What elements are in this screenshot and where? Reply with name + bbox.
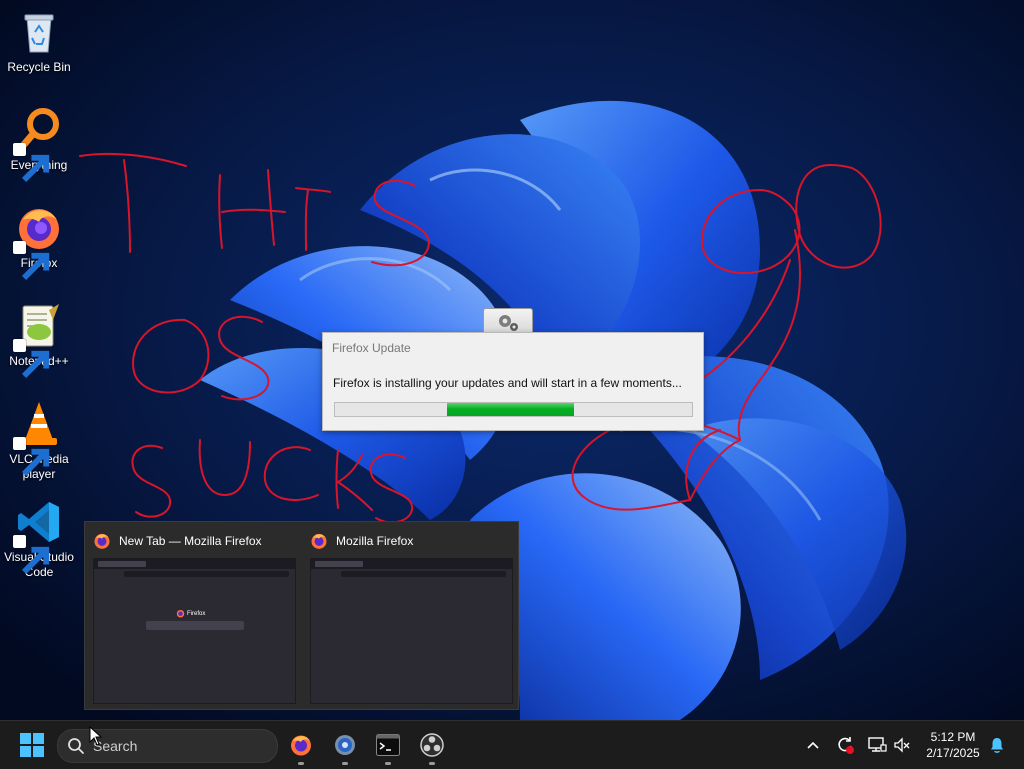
chevron-up-icon [807, 741, 819, 749]
window-preview-new-tab[interactable]: New Tab — Mozilla Firefox Firefox [85, 522, 301, 709]
dialog-title: Firefox Update [332, 341, 411, 355]
window-preview-mozilla-firefox[interactable]: Mozilla Firefox [302, 522, 518, 709]
clock-time: 5:12 PM [930, 730, 976, 744]
notification-center-button[interactable] [986, 721, 1008, 769]
vlc-icon [13, 400, 63, 477]
firefox-update-dialog: Firefox Update Firefox is installing you… [322, 332, 704, 431]
search-input[interactable] [91, 737, 265, 755]
show-hidden-icons-button[interactable] [800, 721, 826, 769]
taskbar-app-terminal[interactable] [368, 721, 408, 769]
tray-volume[interactable] [890, 721, 914, 769]
desktop-icon-vlc[interactable]: VLC media player [2, 400, 76, 482]
start-button[interactable] [12, 721, 52, 769]
obs-icon [420, 733, 444, 757]
taskbar-app-obs[interactable] [412, 721, 452, 769]
gears-icon [499, 315, 518, 331]
recycle-bin-icon [15, 8, 63, 56]
update-progress-fill [447, 403, 574, 416]
search-icon [68, 738, 84, 754]
taskbar-app-settings[interactable] [325, 721, 365, 769]
windows-start-icon [20, 733, 44, 757]
settings-gear-icon [335, 735, 355, 755]
taskbar-window-previews: New Tab — Mozilla Firefox Firefox Mozill… [84, 521, 519, 710]
firefox-icon [291, 735, 311, 756]
desktop-icon-vscode[interactable]: Visual Studio Code [2, 498, 76, 580]
tray-sync-status[interactable] [832, 721, 858, 769]
firefox-icon [94, 533, 110, 549]
updater-app-icon [483, 308, 533, 335]
shortcut-arrow-icon [13, 241, 50, 281]
terminal-icon [376, 734, 400, 756]
shortcut-arrow-icon [13, 437, 50, 477]
clock-date: 2/17/2025 [926, 746, 980, 760]
running-indicator [385, 762, 391, 765]
running-indicator [429, 762, 435, 765]
everything-search-icon [13, 106, 63, 183]
shortcut-arrow-icon [13, 143, 50, 183]
update-status-message: Firefox is installing your updates and w… [333, 376, 682, 390]
network-icon [868, 737, 887, 752]
taskbar-app-firefox[interactable] [281, 721, 321, 769]
firefox-icon [176, 609, 185, 618]
mouse-cursor-icon [89, 726, 103, 746]
window-preview-title: New Tab — Mozilla Firefox [119, 534, 262, 548]
bell-icon [991, 738, 1003, 753]
firefox-icon [13, 204, 63, 281]
desktop-icon-recycle-bin[interactable]: Recycle Bin [2, 8, 76, 75]
desktop-icon-firefox[interactable]: Firefox [2, 204, 76, 281]
window-thumbnail [310, 558, 513, 704]
running-indicator [298, 762, 304, 765]
desktop-icon-everything[interactable]: Everything [2, 106, 76, 183]
shortcut-arrow-icon [13, 535, 50, 575]
desktop-icon-label: Recycle Bin [7, 60, 71, 74]
shortcut-arrow-icon [13, 339, 50, 379]
tray-network[interactable] [864, 721, 890, 769]
tray-clock[interactable]: 5:12 PM 2/17/2025 [918, 729, 988, 761]
running-indicator [342, 762, 348, 765]
notepad-plus-plus-icon [13, 302, 63, 379]
window-preview-title: Mozilla Firefox [336, 534, 414, 548]
firefox-icon [311, 533, 327, 549]
window-thumbnail: Firefox [93, 558, 296, 704]
desktop-icon-notepad-plus-plus[interactable]: Notepad++ [2, 302, 76, 379]
sync-icon [838, 737, 854, 754]
thumbnail-logo-text: Firefox [187, 610, 206, 617]
vscode-icon [13, 498, 63, 575]
volume-muted-icon [894, 737, 910, 753]
taskbar: 5:12 PM 2/17/2025 [0, 720, 1024, 769]
update-progress-bar [334, 402, 693, 417]
